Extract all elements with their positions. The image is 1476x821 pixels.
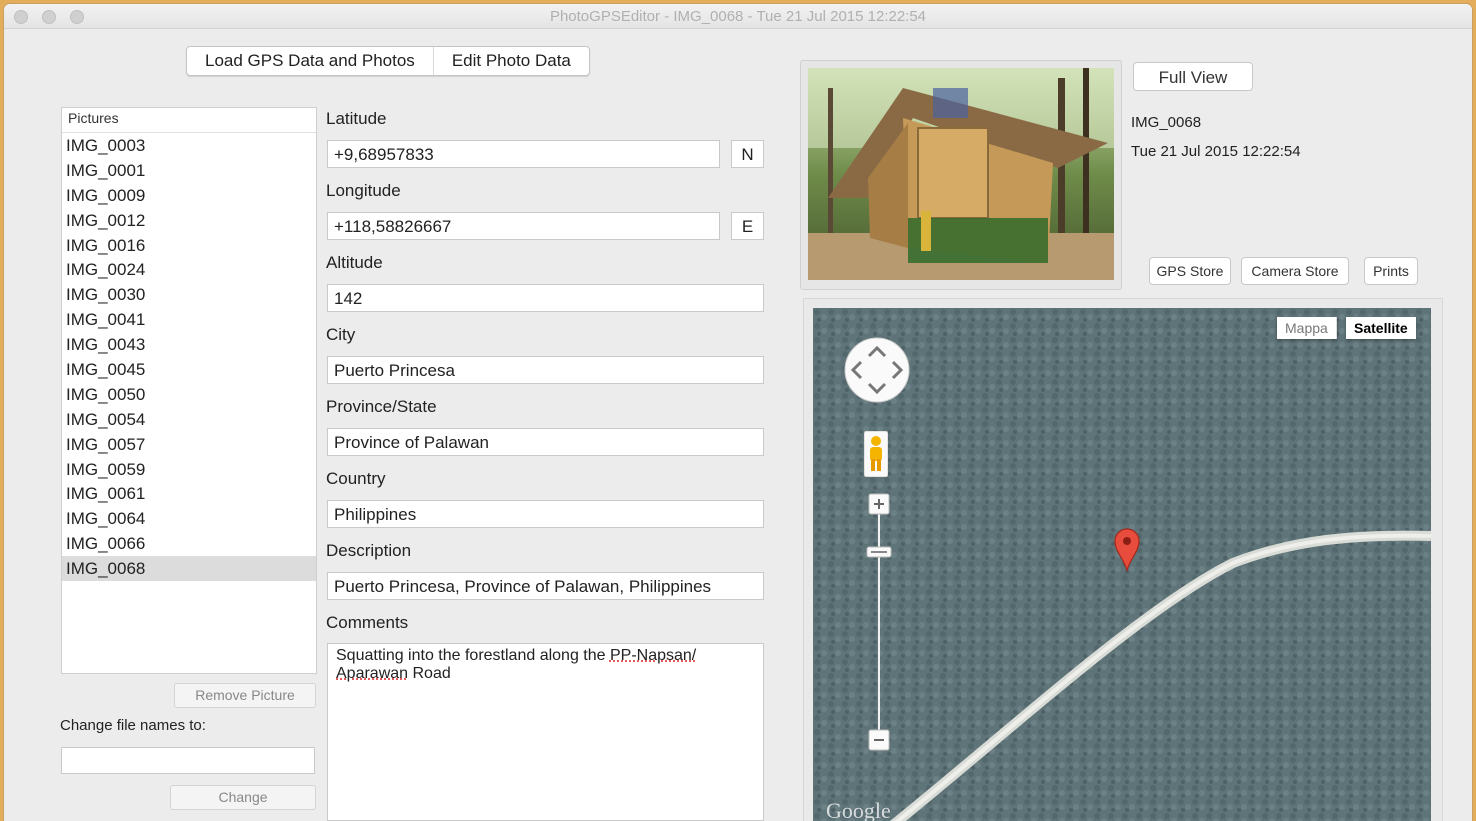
zoom-slider-handle[interactable] — [866, 546, 892, 558]
google-attribution[interactable]: Google — [826, 798, 891, 821]
comments-label: Comments — [326, 613, 409, 632]
description-input[interactable]: Puerto Princesa, Province of Palawan, Ph… — [327, 572, 764, 600]
pictures-list[interactable]: Pictures IMG_0003 IMG_0001 IMG_0009 IMG_001… — [61, 107, 317, 674]
list-item[interactable]: IMG_0054 — [62, 407, 316, 432]
map-type-mappa[interactable]: Mappa — [1277, 317, 1337, 339]
description-label: Description — [326, 541, 412, 560]
location-marker-icon[interactable] — [1114, 528, 1140, 572]
list-item[interactable]: IMG_0012 — [62, 208, 316, 233]
list-item[interactable]: IMG_0016 — [62, 233, 316, 258]
list-item[interactable]: IMG_0064 — [62, 506, 316, 531]
list-item[interactable]: IMG_0057 — [62, 432, 316, 457]
comments-textarea[interactable]: Squatting into the forestland along the … — [327, 643, 764, 821]
list-item[interactable]: IMG_0050 — [62, 382, 316, 407]
list-item[interactable]: IMG_0068 — [62, 556, 316, 582]
prints-button[interactable]: Prints — [1364, 257, 1418, 285]
province-input[interactable]: Province of Palawan — [327, 428, 764, 456]
pictures-list-header: Pictures — [62, 108, 316, 133]
zoom-out-icon[interactable] — [868, 729, 890, 751]
latitude-direction[interactable]: N — [731, 140, 764, 168]
tab-bar: Load GPS Data and Photos Edit Photo Data — [186, 46, 590, 76]
gps-store-button[interactable]: GPS Store — [1149, 257, 1231, 285]
camera-store-button[interactable]: Camera Store — [1241, 257, 1349, 285]
photo-filename: IMG_0068 — [1131, 114, 1202, 131]
list-item[interactable]: IMG_0024 — [62, 257, 316, 282]
photo-preview-frame — [800, 60, 1122, 290]
longitude-label: Longitude — [326, 181, 401, 200]
city-label: City — [326, 325, 356, 344]
title-bar: PhotoGPSEditor - IMG_0068 - Tue 21 Jul 2… — [4, 4, 1472, 29]
window-title: PhotoGPSEditor - IMG_0068 - Tue 21 Jul 2… — [549, 8, 927, 25]
comments-text-misspelled: PP-Napsan/ — [609, 647, 697, 664]
map-type-satellite[interactable]: Satellite — [1346, 317, 1416, 339]
province-label: Province/State — [326, 397, 437, 416]
list-item[interactable]: IMG_0066 — [62, 531, 316, 556]
photo-datetime: Tue 21 Jul 2015 12:22:54 — [1131, 143, 1301, 160]
longitude-input[interactable]: +118,58826667 — [327, 212, 720, 240]
photo-thumbnail[interactable] — [808, 68, 1114, 280]
city-input[interactable]: Puerto Princesa — [327, 356, 764, 384]
list-item[interactable]: IMG_0030 — [62, 282, 316, 307]
list-item[interactable]: IMG_0059 — [62, 457, 316, 482]
latitude-label: Latitude — [326, 109, 387, 128]
altitude-label: Altitude — [326, 253, 383, 272]
list-item[interactable]: IMG_0041 — [62, 307, 316, 332]
change-file-names-input[interactable] — [61, 747, 315, 774]
list-item[interactable]: IMG_0001 — [62, 158, 316, 183]
street-view-pegman-icon[interactable] — [864, 431, 888, 477]
list-item[interactable]: IMG_0003 — [62, 133, 316, 158]
change-button[interactable]: Change — [170, 785, 316, 810]
full-view-button[interactable]: Full View — [1133, 62, 1253, 91]
comments-text-end: Road — [408, 665, 451, 682]
list-item[interactable]: IMG_0043 — [62, 332, 316, 357]
comments-text: Squatting into the forestland along the — [336, 647, 610, 664]
country-label: Country — [326, 469, 386, 488]
altitude-input[interactable]: 142 — [327, 284, 764, 312]
remove-picture-button[interactable]: Remove Picture — [174, 683, 316, 708]
list-item[interactable]: IMG_0061 — [62, 481, 316, 506]
zoom-in-icon[interactable] — [868, 493, 890, 515]
app-window: PhotoGPSEditor - IMG_0068 - Tue 21 Jul 2… — [4, 4, 1472, 821]
latitude-input[interactable]: +9,68957833 — [327, 140, 720, 168]
longitude-direction[interactable]: E — [731, 212, 764, 240]
comments-text-misspelled-2: Aparawan — [336, 665, 409, 682]
pan-control[interactable] — [841, 336, 913, 404]
tab-edit-photo-data[interactable]: Edit Photo Data — [432, 47, 589, 75]
country-input[interactable]: Philippines — [327, 500, 764, 528]
change-file-names-label: Change file names to: — [60, 717, 206, 734]
list-item[interactable]: IMG_0009 — [62, 183, 316, 208]
map-view[interactable]: Mappa Satellite Google — [813, 308, 1431, 821]
list-item[interactable]: IMG_0045 — [62, 357, 316, 382]
tab-load-gps-data[interactable]: Load GPS Data and Photos — [187, 47, 433, 75]
